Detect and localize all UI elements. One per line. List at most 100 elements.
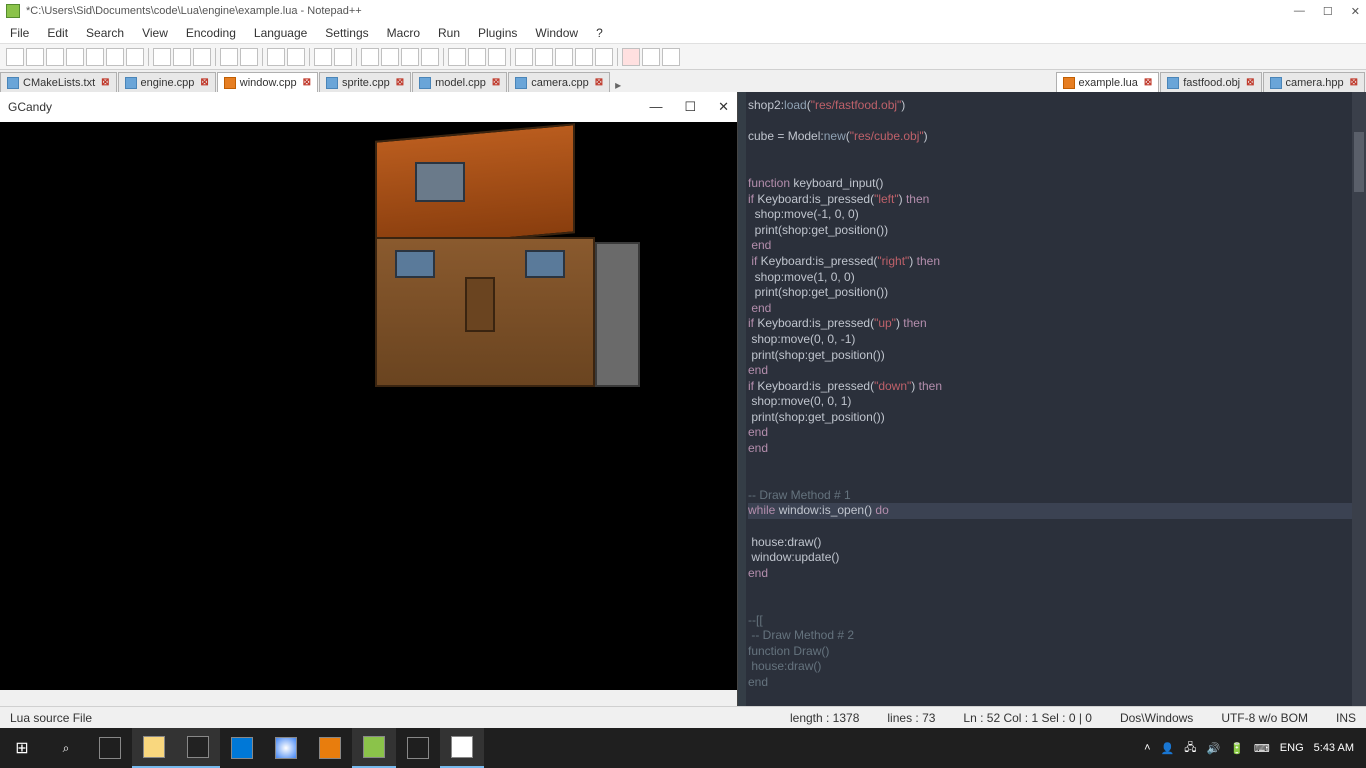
edge-button[interactable] (220, 728, 264, 768)
tab-window[interactable]: window.cpp⊠ (217, 72, 318, 92)
paste-icon[interactable] (193, 48, 211, 66)
battery-icon[interactable]: 🔋 (1230, 742, 1244, 755)
new-icon[interactable] (6, 48, 24, 66)
menu-macro[interactable]: Macro (387, 26, 420, 40)
hide-icon[interactable] (488, 48, 506, 66)
replace-icon[interactable] (287, 48, 305, 66)
tab-camerahpp[interactable]: camera.hpp⊠ (1263, 72, 1365, 92)
game-close-button[interactable]: ✕ (718, 99, 729, 115)
tab-close-icon[interactable]: ⊠ (303, 77, 311, 88)
search-button[interactable]: ⌕ (44, 728, 88, 768)
tray-up-icon[interactable]: ˄ (1144, 742, 1150, 754)
tab-close-icon[interactable]: ⊠ (1144, 77, 1152, 88)
terminal-button[interactable] (176, 728, 220, 768)
tab-cmakelists[interactable]: CMakeLists.txt⊠ (0, 72, 117, 92)
menu-plugins[interactable]: Plugins (478, 26, 517, 40)
redo-icon[interactable] (240, 48, 258, 66)
tab-close-icon[interactable]: ⊠ (200, 77, 208, 88)
menu-settings[interactable]: Settings (325, 26, 368, 40)
spellcheck-icon[interactable] (622, 48, 640, 66)
menu-language[interactable]: Language (254, 26, 307, 40)
tab-camera[interactable]: camera.cpp⊠ (508, 72, 610, 92)
tab-label: sprite.cpp (342, 77, 390, 89)
closeall-icon[interactable] (106, 48, 124, 66)
tab-engine[interactable]: engine.cpp⊠ (118, 72, 216, 92)
taskview-button[interactable] (88, 728, 132, 768)
tab-sprite[interactable]: sprite.cpp ⊠ (319, 72, 411, 92)
savemacro-icon[interactable] (595, 48, 613, 66)
playmulti-icon[interactable] (575, 48, 593, 66)
zoomout-icon[interactable] (334, 48, 352, 66)
cut-icon[interactable] (153, 48, 171, 66)
menu-search[interactable]: Search (86, 26, 124, 40)
separator (148, 48, 149, 66)
zoomin-icon[interactable] (314, 48, 332, 66)
keyboard-icon[interactable]: ⌨ (1254, 742, 1270, 755)
minimize-button[interactable]: — (1294, 5, 1305, 18)
close-icon[interactable] (86, 48, 104, 66)
chrome-button[interactable] (264, 728, 308, 768)
tab-close-icon[interactable]: ⊠ (101, 77, 109, 88)
separator (215, 48, 216, 66)
undo-icon[interactable] (220, 48, 238, 66)
saveall-icon[interactable] (66, 48, 84, 66)
network-icon[interactable]: 🖧 (1184, 739, 1196, 758)
explorer-button[interactable] (132, 728, 176, 768)
start-button[interactable]: ⊞ (0, 728, 44, 768)
app-button[interactable] (396, 728, 440, 768)
menu-encoding[interactable]: Encoding (186, 26, 236, 40)
menu-help[interactable]: ? (596, 26, 603, 40)
fold-gutter[interactable] (738, 92, 746, 706)
save-icon[interactable] (46, 48, 64, 66)
open-icon[interactable] (26, 48, 44, 66)
candy-button[interactable] (440, 728, 484, 768)
taskview-icon (99, 737, 121, 759)
copy-icon[interactable] (173, 48, 191, 66)
game-minimize-button[interactable]: — (649, 99, 662, 115)
notepadpp-button[interactable] (352, 728, 396, 768)
tab-close-icon[interactable]: ⊠ (492, 77, 500, 88)
sync-icon[interactable] (361, 48, 379, 66)
volume-icon[interactable]: 🔊 (1207, 742, 1221, 755)
file-icon (1167, 77, 1179, 89)
unfold-icon[interactable] (468, 48, 486, 66)
tab-example[interactable]: example.lua⊠ (1056, 72, 1160, 92)
menu-file[interactable]: File (10, 26, 29, 40)
game-scrollbar[interactable] (0, 690, 737, 706)
menu-window[interactable]: Window (535, 26, 578, 40)
maximize-button[interactable]: ☐ (1323, 5, 1333, 18)
game-maximize-button[interactable]: ☐ (684, 99, 696, 115)
doc-icon[interactable] (642, 48, 660, 66)
record-icon[interactable] (515, 48, 533, 66)
status-position: Ln : 52 Col : 1 Sel : 0 | 0 (963, 711, 1092, 725)
menu-edit[interactable]: Edit (47, 26, 68, 40)
tab-close-icon[interactable]: ⊠ (396, 77, 404, 88)
code-editor[interactable]: shop2:load("res/fastfood.obj") cube = Mo… (737, 92, 1366, 706)
blender-button[interactable] (308, 728, 352, 768)
file-icon (125, 77, 137, 89)
clock[interactable]: 5:43 AM (1314, 742, 1354, 754)
fold-icon[interactable] (448, 48, 466, 66)
vertical-scrollbar[interactable] (1352, 92, 1366, 706)
folder-icon[interactable] (662, 48, 680, 66)
menu-run[interactable]: Run (438, 26, 460, 40)
menu-view[interactable]: View (142, 26, 168, 40)
stop-icon[interactable] (535, 48, 553, 66)
close-button[interactable]: ✕ (1351, 5, 1360, 18)
scrollbar-thumb[interactable] (1354, 132, 1364, 192)
indent-icon[interactable] (421, 48, 439, 66)
tab-close-icon[interactable]: ⊠ (1246, 77, 1254, 88)
wrap-icon[interactable] (381, 48, 399, 66)
game-canvas[interactable] (0, 122, 737, 690)
allchars-icon[interactable] (401, 48, 419, 66)
tab-close-icon[interactable]: ⊠ (1350, 77, 1358, 88)
people-icon[interactable]: 👤 (1161, 742, 1175, 755)
tab-close-icon[interactable]: ⊠ (595, 77, 603, 88)
find-icon[interactable] (267, 48, 285, 66)
tab-overflow-icon[interactable]: ▸ (611, 78, 625, 92)
tab-fastfood[interactable]: fastfood.obj⊠ (1160, 72, 1261, 92)
tab-model[interactable]: model.cpp⊠ (412, 72, 507, 92)
lang-indicator[interactable]: ENG (1280, 742, 1304, 754)
print-icon[interactable] (126, 48, 144, 66)
play-icon[interactable] (555, 48, 573, 66)
